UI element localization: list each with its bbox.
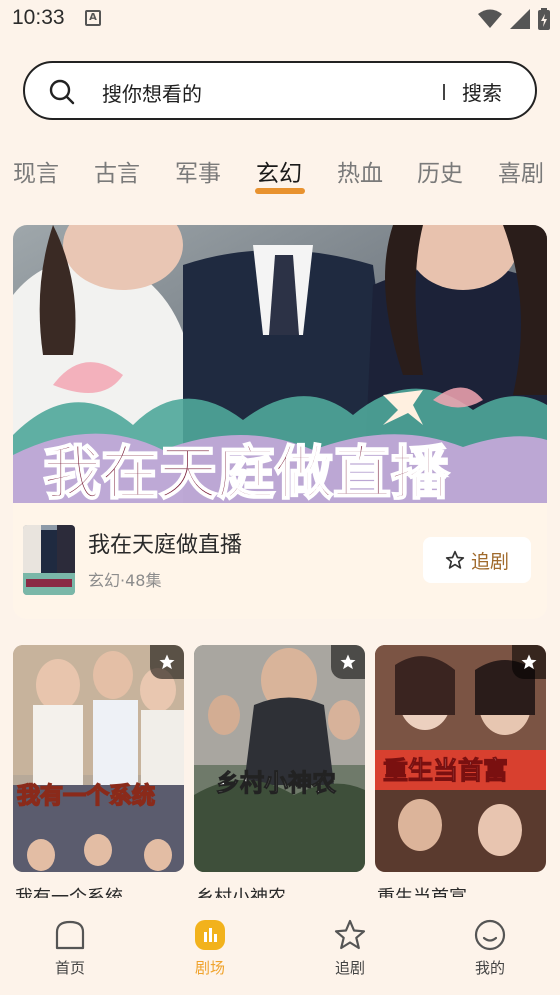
nav-follow-label: 追剧	[334, 959, 365, 977]
tab-junshi[interactable]: 军事	[175, 154, 221, 188]
star-icon	[340, 654, 356, 670]
drama-card-poster[interactable]: 重生当首富	[375, 645, 546, 872]
nav-theater-label: 剧场	[194, 959, 225, 977]
banner-poster-text: 我在天庭做直播	[43, 439, 450, 503]
tab-xuanhuan[interactable]: 玄幻	[256, 154, 302, 188]
nav-profile[interactable]: 我的	[450, 918, 530, 978]
banner-meta: 玄幻·48集	[88, 571, 162, 590]
search-input[interactable]: 搜你想看的	[102, 78, 202, 107]
search-icon[interactable]	[49, 79, 75, 105]
search-bar[interactable]: 搜你想看的 搜索	[23, 61, 537, 120]
nav-home-label: 首页	[54, 959, 85, 977]
status-time: 10:33	[12, 6, 65, 29]
tab-xianyan[interactable]: 现言	[13, 154, 59, 188]
search-button[interactable]: 搜索	[462, 77, 502, 106]
search-divider	[443, 84, 445, 100]
tab-lishi[interactable]: 历史	[417, 154, 463, 188]
nav-home[interactable]: 首页	[30, 918, 110, 978]
favorite-badge[interactable]	[512, 645, 546, 679]
drama-card[interactable]: 重生当首富 重生当首富	[375, 645, 546, 908]
follow-button-label: 追剧	[470, 550, 509, 573]
drama-card-poster[interactable]: 乡村小神农	[194, 645, 365, 872]
bottom-navigation: 首页 剧场 追剧 我的	[0, 898, 560, 995]
active-tab-indicator	[255, 188, 305, 194]
favorite-badge[interactable]	[150, 645, 184, 679]
theater-icon	[195, 920, 225, 950]
wifi-icon	[478, 9, 502, 28]
featured-banner[interactable]: 我在天庭做直播 我在天庭做直播 玄幻·48集 追剧	[13, 225, 547, 619]
drama-card[interactable]: 乡村小神农 乡村小神农	[194, 645, 365, 908]
drama-card-poster-text: 乡村小神农	[216, 768, 336, 797]
banner-poster[interactable]: 我在天庭做直播	[13, 225, 547, 503]
status-icons	[478, 6, 550, 32]
banner-thumbnail	[23, 525, 75, 595]
tab-xiju[interactable]: 喜剧	[498, 154, 544, 188]
profile-icon	[474, 919, 506, 951]
star-icon	[521, 654, 537, 670]
banner-info[interactable]: 我在天庭做直播 玄幻·48集 追剧	[13, 503, 547, 619]
battery-icon	[538, 8, 550, 30]
nav-theater[interactable]: 剧场	[170, 918, 250, 978]
tab-rexue[interactable]: 热血	[337, 154, 383, 188]
nav-follow[interactable]: 追剧	[310, 918, 390, 978]
drama-card-poster-text: 我有一个系统	[17, 782, 155, 809]
nav-profile-label: 我的	[474, 959, 505, 977]
category-tabs: 现言 古言 军事 玄幻 热血 历史 喜剧	[0, 150, 560, 200]
star-icon	[334, 919, 366, 950]
drama-card-poster-text: 重生当首富	[383, 756, 508, 785]
favorite-badge[interactable]	[331, 645, 365, 679]
star-outline-icon	[445, 550, 465, 569]
drama-card-poster[interactable]: 我有一个系统	[13, 645, 184, 872]
drama-card[interactable]: 我有一个系统 我有一个系统	[13, 645, 184, 908]
signal-icon	[510, 9, 530, 29]
banner-title[interactable]: 我在天庭做直播	[88, 527, 242, 559]
home-icon	[55, 920, 85, 950]
status-bar: 10:33 A	[0, 0, 560, 38]
follow-button[interactable]: 追剧	[423, 537, 531, 583]
notification-icon: A	[85, 10, 101, 26]
tab-guyan[interactable]: 古言	[94, 154, 140, 188]
star-icon	[159, 654, 175, 670]
